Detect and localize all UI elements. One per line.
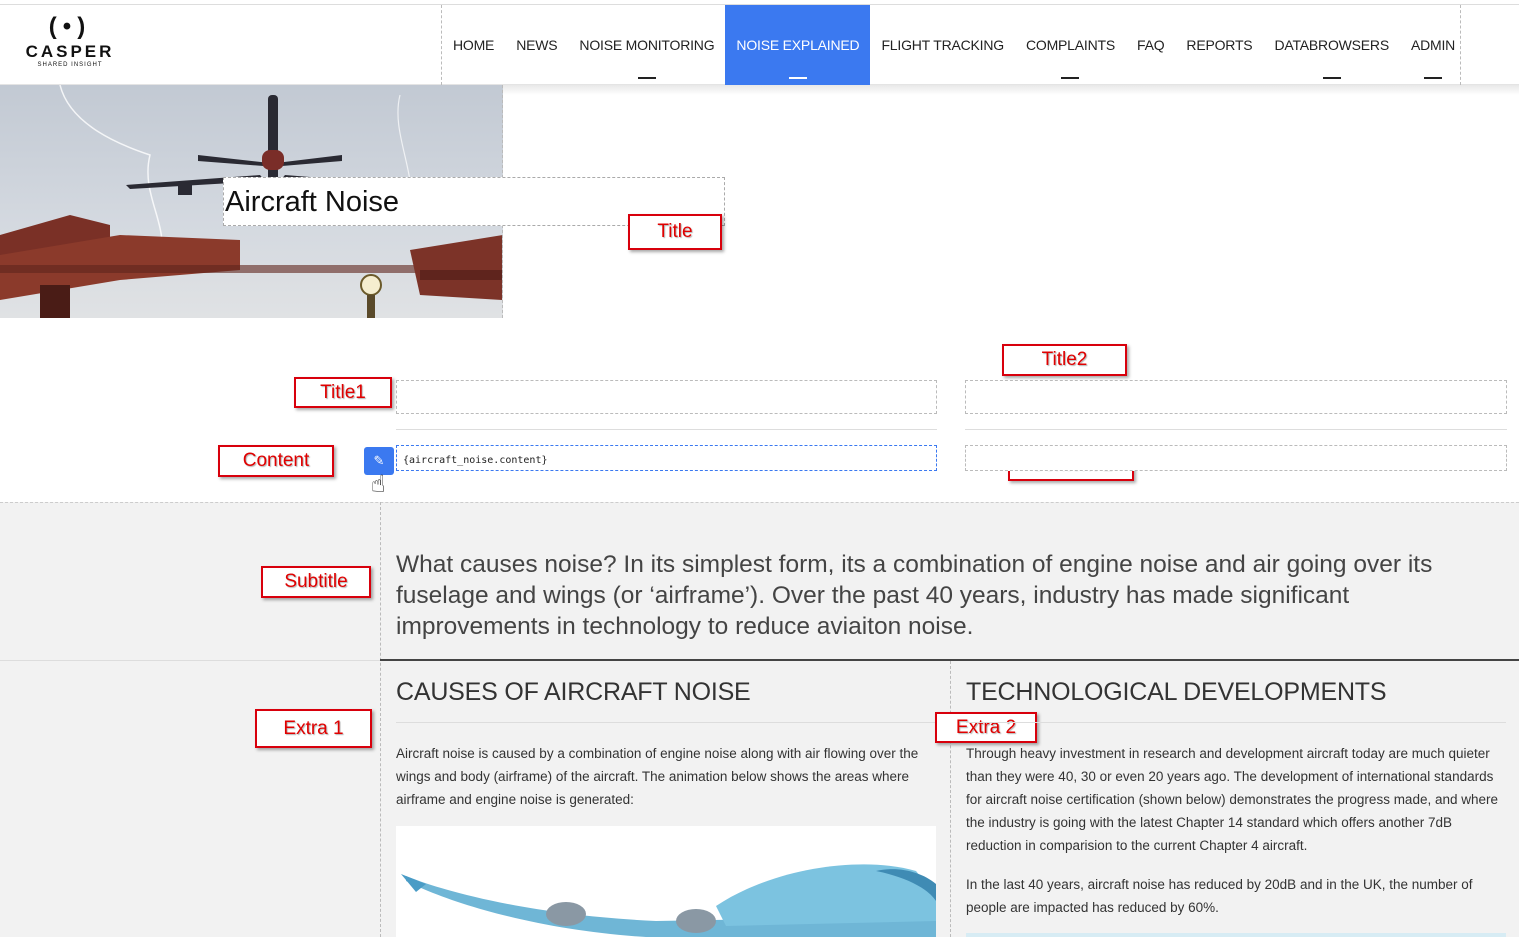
nav-item-label: FAQ (1136, 37, 1165, 53)
annotation-subtitle: Subtitle (261, 566, 371, 598)
hand-cursor-icon: ☝ (371, 471, 386, 498)
nav-item-label: NOISE EXPLAINED (736, 37, 860, 53)
extra2-divider (966, 722, 1506, 723)
submenu-indicator-icon (1061, 77, 1080, 79)
annotation-extra2: Extra 2 (935, 712, 1037, 743)
logo-mark: (•) (48, 13, 92, 40)
nav-item-reports[interactable]: REPORTS (1175, 5, 1263, 85)
content2-field[interactable] (965, 445, 1507, 471)
title1-divider (396, 429, 937, 430)
extra2-body-1[interactable]: Through heavy investment in research and… (966, 742, 1506, 857)
klm-plane-photo (401, 864, 936, 937)
nav-item-complaints[interactable]: COMPLAINTS (1015, 5, 1126, 85)
nav-item-label: COMPLAINTS (1025, 37, 1115, 53)
submenu-indicator-icon (1424, 77, 1443, 79)
nav-item-label: NEWS (516, 37, 558, 53)
nav-item-label: HOME (453, 37, 495, 53)
title1-field[interactable] (396, 380, 937, 414)
extra2-body-2[interactable]: In the last 40 years, aircraft noise has… (966, 873, 1506, 919)
submenu-indicator-icon (1322, 77, 1341, 79)
casper-logo[interactable]: (•) CASPER SHARED INSIGHT (22, 13, 118, 77)
nav-item-label: REPORTS (1186, 37, 1253, 53)
annotation-title: Title (628, 214, 722, 250)
title2-field[interactable] (965, 380, 1507, 414)
submenu-indicator-icon (788, 77, 807, 79)
submenu-indicator-icon (637, 77, 656, 79)
airframe-animation-image (396, 826, 936, 937)
main-nav: HOME NEWS NOISE MONITORING NOISE EXPLAINED F… (441, 5, 1461, 85)
nav-item-home[interactable]: HOME (442, 5, 505, 85)
nav-item-faq[interactable]: FAQ (1126, 5, 1175, 85)
nav-item-noise-monitoring[interactable]: NOISE MONITORING (568, 5, 725, 85)
nav-item-label: FLIGHT TRACKING (881, 37, 1004, 53)
subtitle-text[interactable]: What causes noise? In its simplest form,… (396, 549, 1496, 642)
section-guide-line (380, 502, 381, 937)
extra1-body[interactable]: Aircraft noise is caused by a combinatio… (396, 742, 936, 811)
nav-item-databrowsers[interactable]: DATABROWSERS (1263, 5, 1400, 85)
extra2-heading[interactable]: TECHNOLOGICAL DEVELOPMENTS (966, 678, 1387, 707)
nav-item-flight-tracking[interactable]: FLIGHT TRACKING (870, 5, 1015, 85)
nav-item-label: NOISE MONITORING (579, 37, 715, 53)
site-header: (•) CASPER SHARED INSIGHT HOME NEWS NOISE … (0, 5, 1519, 85)
content-placeholder-value: {aircraft_noise.content} (403, 455, 548, 466)
extra1-divider (396, 722, 936, 723)
nav-item-label: DATABROWSERS (1274, 37, 1389, 53)
logo-name: CASPER (25, 42, 115, 61)
hero-title: Aircraft Noise (225, 186, 400, 218)
annotation-extra1: Extra 1 (255, 709, 372, 748)
edit-icon: ✎ (373, 453, 385, 468)
nav-item-label: ADMIN (1410, 37, 1456, 53)
certification-chart-image (966, 933, 1506, 937)
row-line (0, 660, 380, 661)
logo-tagline: SHARED INSIGHT (37, 62, 103, 68)
annotation-content: Content (218, 445, 334, 477)
annotation-title1: Title1 (294, 377, 392, 408)
annotation-title2: Title2 (1002, 344, 1127, 376)
nav-item-admin[interactable]: ADMIN (1400, 5, 1466, 85)
nav-item-noise-explained[interactable]: NOISE EXPLAINED (725, 5, 871, 85)
column-separator (950, 661, 951, 937)
content-field[interactable]: {aircraft_noise.content} (396, 445, 937, 471)
nav-item-news[interactable]: NEWS (505, 5, 568, 85)
extra1-heading[interactable]: CAUSES OF AIRCRAFT NOISE (396, 678, 751, 707)
title2-divider (965, 429, 1507, 430)
